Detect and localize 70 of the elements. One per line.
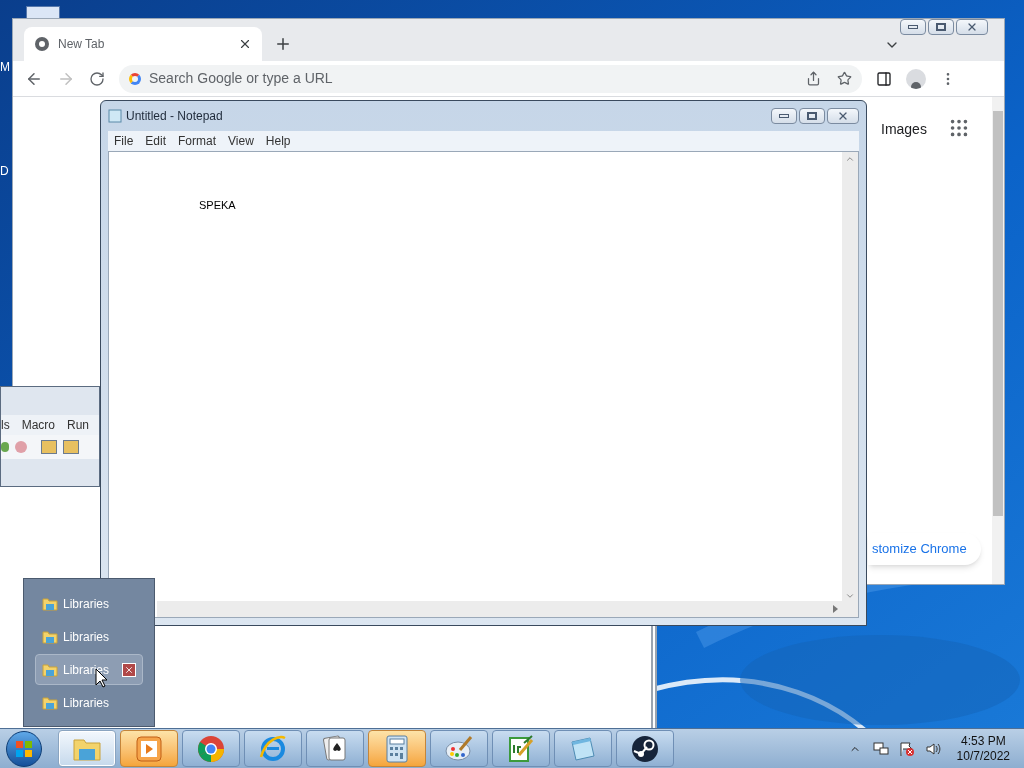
notepad-icon — [569, 735, 597, 762]
folder-icon — [42, 695, 58, 710]
notepad-icon — [108, 109, 122, 123]
toolbar-icon[interactable] — [1, 442, 9, 452]
maximize-button[interactable] — [928, 19, 954, 35]
menu-item[interactable]: ls — [1, 416, 10, 434]
menu-item[interactable]: Run — [67, 416, 90, 434]
browser-tab[interactable]: New Tab — [24, 27, 262, 61]
menu-item[interactable]: Edit — [145, 132, 167, 150]
maximize-button[interactable] — [799, 108, 825, 124]
google-logo-icon — [129, 72, 141, 85]
apps-icon[interactable] — [948, 117, 970, 139]
folder-icon — [42, 629, 58, 644]
desktop-icon-label: D — [0, 163, 9, 180]
menu-item[interactable]: View — [228, 132, 254, 150]
playing-card-icon — [322, 734, 348, 763]
scrollbar-thumb[interactable] — [993, 111, 1003, 516]
maximize-icon — [807, 112, 817, 120]
share-icon[interactable] — [806, 71, 821, 86]
play-icon — [135, 734, 163, 763]
menu-item[interactable]: File — [114, 132, 134, 150]
address-input[interactable]: Search Google or type a URL — [149, 68, 798, 89]
tab-title: New Tab — [58, 36, 106, 53]
close-icon — [837, 110, 849, 122]
flag-icon[interactable] — [898, 740, 915, 757]
chrome-icon — [34, 36, 50, 52]
text-area[interactable]: SPEKA — [108, 151, 859, 618]
reload-icon[interactable] — [89, 70, 105, 87]
profile-avatar[interactable] — [906, 68, 926, 89]
desktop-icon-label: M — [0, 59, 10, 76]
menu-item[interactable]: Format — [178, 132, 217, 150]
close-icon — [966, 21, 978, 33]
side-panel-icon[interactable] — [876, 70, 892, 87]
close-icon[interactable] — [238, 37, 252, 51]
jump-list-item[interactable]: Libraries — [35, 621, 143, 652]
palette-icon — [444, 734, 474, 763]
close-button[interactable] — [827, 108, 859, 124]
customize-chrome-button[interactable]: stomize Chrome — [868, 533, 981, 565]
network-icon[interactable] — [872, 740, 889, 757]
minimize-icon — [779, 114, 789, 118]
document-text: SPEKA — [199, 199, 236, 211]
calculator-icon — [385, 734, 409, 763]
folder-icon — [42, 596, 58, 611]
taskbar-button[interactable] — [616, 730, 674, 767]
jump-list-item[interactable]: Libraries — [35, 687, 143, 718]
clock[interactable]: 4:53 PM 10/7/2022 — [956, 733, 1010, 764]
scroll-right-icon[interactable] — [833, 605, 838, 613]
start-button[interactable] — [6, 730, 42, 767]
address-bar[interactable]: Search Google or type a URL — [119, 64, 862, 93]
new-tab-icon[interactable] — [274, 35, 292, 53]
close-button[interactable] — [956, 19, 988, 35]
maximize-icon — [936, 23, 946, 31]
window-title: Untitled - Notepad — [126, 108, 224, 125]
globe-icon — [258, 734, 288, 763]
bookmark-star-icon[interactable] — [837, 71, 852, 86]
menu-item[interactable]: Macro — [21, 416, 55, 434]
close-icon[interactable] — [122, 662, 136, 677]
scrollbar[interactable] — [992, 97, 1004, 584]
images-link[interactable]: Images — [881, 119, 927, 140]
notepad-pencil-icon — [507, 734, 535, 763]
minimize-icon — [908, 25, 918, 29]
minimize-button[interactable] — [771, 108, 797, 124]
speaker-icon[interactable] — [924, 740, 941, 757]
horizontal-scrollbar[interactable] — [157, 601, 842, 617]
windows-logo-icon — [15, 739, 33, 758]
chrome-icon — [197, 734, 225, 763]
steam-icon — [631, 734, 659, 763]
minimize-button[interactable] — [900, 19, 926, 35]
menu-item[interactable]: Help — [265, 132, 291, 150]
folder-icon — [42, 662, 58, 677]
